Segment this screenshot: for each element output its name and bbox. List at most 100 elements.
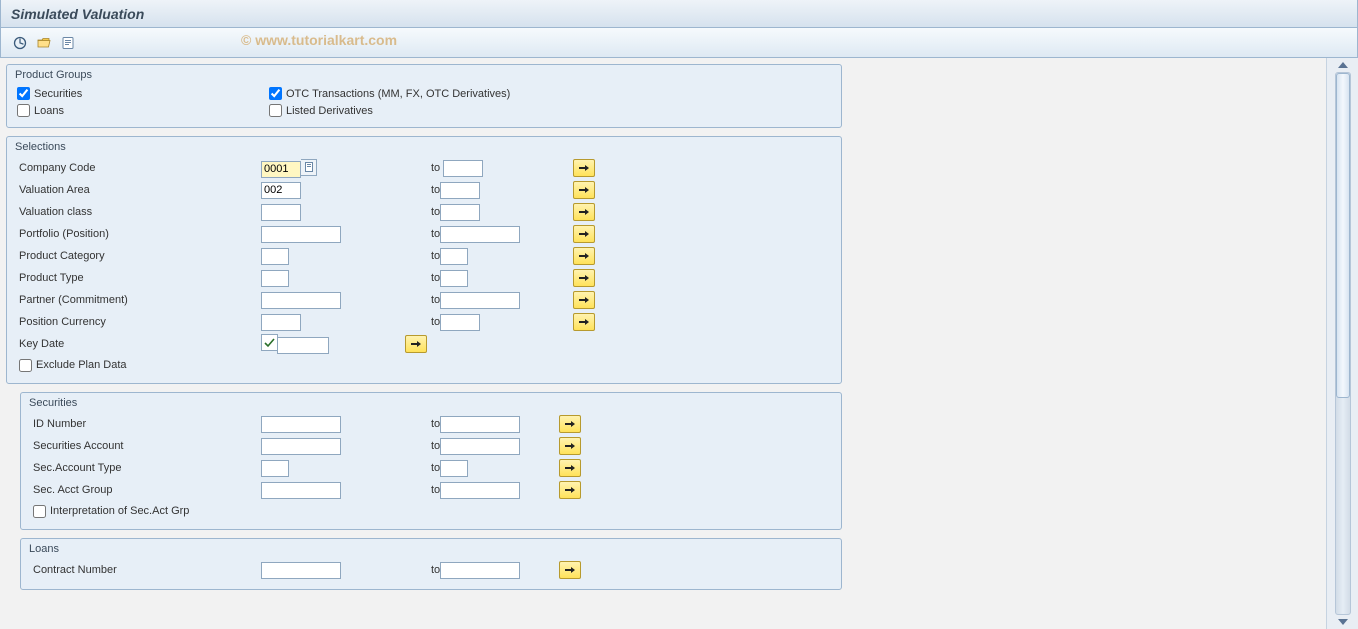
exclude-plan-label: Exclude Plan Data — [36, 359, 127, 371]
partner-multiselect-button[interactable] — [573, 291, 595, 309]
product-type-from-input[interactable] — [261, 270, 289, 287]
listed-checkbox[interactable] — [269, 104, 282, 117]
contract-number-multiselect-button[interactable] — [559, 561, 581, 579]
arrow-right-icon — [578, 317, 590, 327]
listed-checkbox-item: Listed Derivatives — [269, 104, 373, 117]
valuation-area-label: Valuation Area — [17, 184, 245, 196]
valuation-area-to-input[interactable] — [440, 182, 480, 199]
arrow-right-icon — [564, 565, 576, 575]
vertical-scrollbar[interactable] — [1326, 58, 1358, 629]
id-number-multiselect-button[interactable] — [559, 415, 581, 433]
group-selections: Selections Company Code to Valuation Are… — [6, 136, 842, 384]
chevron-down-icon — [1338, 619, 1348, 625]
group-title-product-groups: Product Groups — [7, 65, 841, 83]
arrow-right-icon — [578, 251, 590, 261]
chevron-up-icon — [1338, 62, 1348, 68]
group-securities: Securities ID Number to Securities Accou… — [20, 392, 842, 530]
to-label: to — [405, 228, 440, 240]
id-number-from-input[interactable] — [261, 416, 341, 433]
securities-checkbox[interactable] — [17, 87, 30, 100]
product-type-multiselect-button[interactable] — [573, 269, 595, 287]
page-title: Simulated Valuation — [11, 6, 144, 22]
arrow-right-icon — [564, 441, 576, 451]
scrollbar-track[interactable] — [1335, 72, 1351, 615]
key-date-label: Key Date — [17, 338, 245, 350]
watermark: © www.tutorialkart.com — [241, 32, 397, 48]
sec-account-type-to-input[interactable] — [440, 460, 468, 477]
exclude-plan-checkbox[interactable] — [19, 359, 32, 372]
contract-number-from-input[interactable] — [261, 562, 341, 579]
product-type-to-input[interactable] — [440, 270, 468, 287]
interpretation-checkbox[interactable] — [33, 505, 46, 518]
key-date-input[interactable] — [277, 337, 329, 354]
to-label: to — [405, 162, 440, 174]
get-variant-button[interactable] — [33, 32, 55, 54]
sec-account-type-multiselect-button[interactable] — [559, 459, 581, 477]
company-code-from-input[interactable] — [261, 161, 301, 178]
portfolio-multiselect-button[interactable] — [573, 225, 595, 243]
product-category-from-input[interactable] — [261, 248, 289, 265]
sec-acct-group-from-input[interactable] — [261, 482, 341, 499]
to-label: to — [405, 440, 440, 452]
position-currency-from-input[interactable] — [261, 314, 301, 331]
valuation-area-from-input[interactable] — [261, 182, 301, 199]
interpretation-item: Interpretation of Sec.Act Grp — [31, 505, 189, 518]
exclude-plan-item: Exclude Plan Data — [17, 359, 127, 372]
portfolio-label: Portfolio (Position) — [17, 228, 245, 240]
toolbar: © www.tutorialkart.com — [0, 28, 1358, 58]
arrow-right-icon — [410, 339, 422, 349]
arrow-right-icon — [578, 295, 590, 305]
sec-account-type-label: Sec.Account Type — [31, 462, 259, 474]
partner-label: Partner (Commitment) — [17, 294, 245, 306]
id-number-to-input[interactable] — [440, 416, 520, 433]
to-label: to — [405, 418, 440, 430]
otc-checkbox[interactable] — [269, 87, 282, 100]
valuation-class-multiselect-button[interactable] — [573, 203, 595, 221]
sec-account-type-from-input[interactable] — [261, 460, 289, 477]
valuation-class-from-input[interactable] — [261, 204, 301, 221]
securities-account-from-input[interactable] — [261, 438, 341, 455]
valuation-area-multiselect-button[interactable] — [573, 181, 595, 199]
body-area: Product Groups Securities OTC Transactio… — [0, 58, 1358, 629]
portfolio-to-input[interactable] — [440, 226, 520, 243]
product-category-to-input[interactable] — [440, 248, 468, 265]
to-label: to — [405, 294, 440, 306]
valuation-class-to-input[interactable] — [440, 204, 480, 221]
scrollbar-thumb[interactable] — [1336, 73, 1350, 398]
contract-number-label: Contract Number — [31, 564, 259, 576]
sec-acct-group-label: Sec. Acct Group — [31, 484, 259, 496]
product-category-multiselect-button[interactable] — [573, 247, 595, 265]
company-code-multiselect-button[interactable] — [573, 159, 595, 177]
sec-acct-group-to-input[interactable] — [440, 482, 520, 499]
contract-number-to-input[interactable] — [440, 562, 520, 579]
to-label: to — [405, 462, 440, 474]
key-date-required-indicator — [261, 334, 278, 351]
company-code-f4-button[interactable] — [301, 159, 317, 176]
partner-from-input[interactable] — [261, 292, 341, 309]
content-area: Product Groups Securities OTC Transactio… — [0, 58, 1326, 629]
securities-account-multiselect-button[interactable] — [559, 437, 581, 455]
key-date-multiselect-button[interactable] — [405, 335, 427, 353]
program-docu-button[interactable] — [57, 32, 79, 54]
sec-acct-group-multiselect-button[interactable] — [559, 481, 581, 499]
to-label: to — [405, 484, 440, 496]
position-currency-to-input[interactable] — [440, 314, 480, 331]
position-currency-multiselect-button[interactable] — [573, 313, 595, 331]
to-label: to — [405, 206, 440, 218]
position-currency-label: Position Currency — [17, 316, 245, 328]
to-label: to — [405, 250, 440, 262]
check-icon — [264, 337, 275, 348]
execute-button[interactable] — [9, 32, 31, 54]
company-code-to-input[interactable] — [443, 160, 483, 177]
partner-to-input[interactable] — [440, 292, 520, 309]
id-number-label: ID Number — [31, 418, 259, 430]
securities-account-to-input[interactable] — [440, 438, 520, 455]
securities-account-label: Securities Account — [31, 440, 259, 452]
loans-checkbox[interactable] — [17, 104, 30, 117]
loans-label: Loans — [34, 105, 64, 117]
portfolio-from-input[interactable] — [261, 226, 341, 243]
to-label: to — [405, 316, 440, 328]
to-label: to — [405, 564, 440, 576]
arrow-right-icon — [578, 273, 590, 283]
product-type-label: Product Type — [17, 272, 245, 284]
